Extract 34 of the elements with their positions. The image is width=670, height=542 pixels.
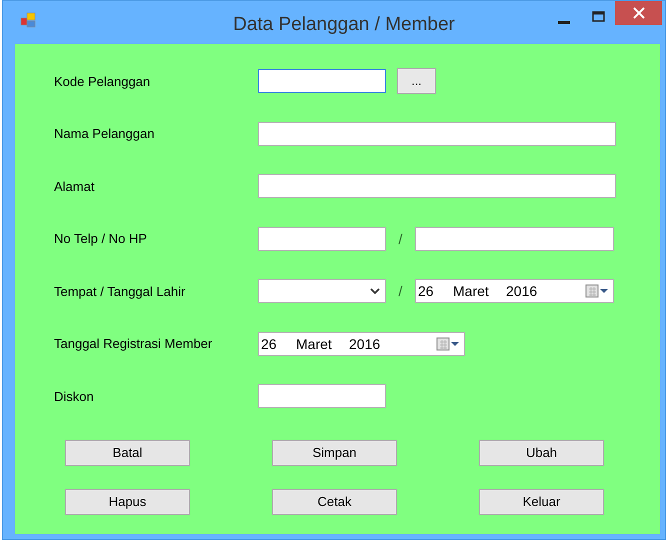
date-picker[interactable]: 26 Maret 2016 [258,332,465,356]
close-button[interactable] [615,1,662,25]
window-title: Data Pelanggan / Member [232,14,456,36]
field-label: Tanggal Registrasi Member [54,336,214,352]
separator-slash: / [398,230,404,247]
browse-button[interactable]: ... [397,68,436,94]
separator-slash: / [398,283,404,300]
text-field[interactable] [258,226,386,251]
action-button[interactable]: Ubah [479,440,604,466]
action-button[interactable]: Batal [65,440,190,466]
maximize-icon[interactable] [592,11,605,22]
action-button[interactable]: Hapus [65,488,190,514]
calendar-dropdown-icon [436,336,460,351]
app-icon [20,12,36,28]
date-picker[interactable]: 26 Maret 2016 [415,279,614,304]
action-button[interactable]: Simpan [272,440,397,466]
chevron-down-icon [370,288,380,295]
text-field[interactable] [258,69,386,94]
calendar-dropdown-icon [585,284,609,298]
field-label: Kode Pelanggan [54,74,152,89]
field-label: Diskon [54,388,95,404]
text-field[interactable] [258,122,616,146]
field-label: Nama Pelanggan [54,126,156,142]
field-label: Tempat / Tanggal Lahir [54,284,186,299]
close-icon [632,7,644,19]
minimize-icon[interactable] [558,21,570,25]
text-field[interactable] [415,226,614,251]
text-field[interactable] [258,174,616,198]
field-label: No Telp / No HP [54,231,148,246]
action-button[interactable]: Keluar [479,488,604,514]
action-button[interactable]: Cetak [272,488,397,514]
dropdown-field[interactable] [258,279,386,304]
text-field[interactable] [258,384,386,408]
field-label: Alamat [54,178,96,194]
